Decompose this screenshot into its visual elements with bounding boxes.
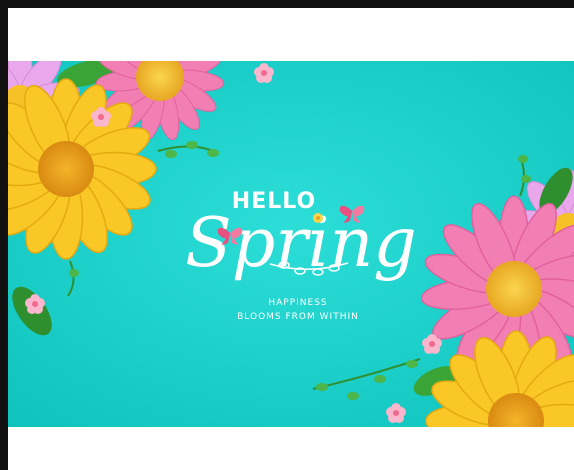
tagline-line1: HAPPINESS (268, 298, 327, 308)
spring-title: Spring (185, 204, 417, 283)
spring-banner: HELLO Spring HAPPINESS BLOOMS FROM WITHI… (8, 61, 574, 427)
tiny-flower-icon (313, 213, 323, 223)
tagline-line2: BLOOMS FROM WITHIN (237, 312, 359, 322)
